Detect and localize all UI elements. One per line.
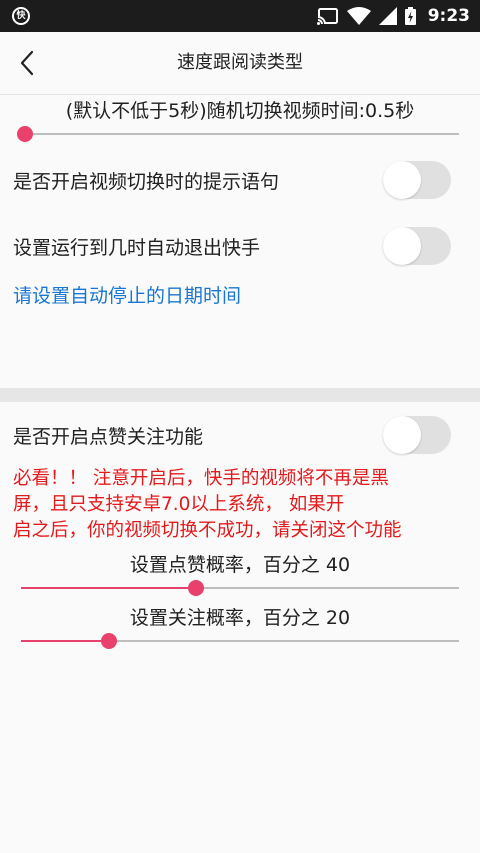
auto-exit-label: 设置运行到几时自动退出快手 — [13, 237, 261, 259]
toggle-thumb — [383, 416, 421, 454]
slider-thumb[interactable] — [17, 126, 33, 142]
follow-probability-slider[interactable] — [21, 631, 459, 651]
video-switch-time-slider[interactable] — [17, 124, 459, 144]
status-bar: 快 9:23 — [0, 0, 480, 32]
slider-thumb[interactable] — [100, 633, 117, 649]
app-notification-icon: 快 — [12, 7, 30, 25]
warning-text: 必看！！ 注意开启后，快手的视频将不再是黑 屏，且只支持安卓7.0以上系统， 如… — [13, 466, 473, 544]
like-follow-toggle[interactable] — [381, 415, 453, 455]
slider-thumb[interactable] — [188, 580, 205, 596]
battery-icon — [404, 7, 416, 25]
warning-line: 必看！！ 注意开启后，快手的视频将不再是黑 — [13, 468, 389, 489]
switch-prompt-label: 是否开启视频切换时的提示语句 — [13, 171, 280, 193]
follow-probability-label: 设置关注概率，百分之 20 — [129, 607, 351, 629]
warning-line: 屏，且只支持安卓7.0以上系统， 如果开 — [13, 494, 345, 515]
toggle-thumb — [383, 161, 421, 199]
section-divider — [0, 388, 480, 402]
like-follow-label: 是否开启点赞关注功能 — [13, 426, 204, 448]
like-probability-label: 设置点赞概率，百分之 40 — [129, 554, 351, 576]
cast-icon — [316, 8, 338, 25]
like-probability-slider[interactable] — [21, 578, 459, 598]
auto-exit-toggle[interactable] — [381, 226, 453, 266]
status-icons: 9:23 — [316, 6, 470, 26]
warning-line: 启之后，你的视频切换不成功，请关闭这个功能 — [13, 520, 402, 541]
video-switch-time-label: (默认不低于5秒)随机切换视频时间:0.5秒 — [65, 100, 415, 122]
slider-fill — [21, 640, 109, 642]
switch-prompt-toggle[interactable] — [381, 160, 453, 200]
app-bar: 速度跟阅读类型 — [0, 32, 480, 95]
stop-date-link[interactable]: 请设置自动停止的日期时间 — [13, 281, 241, 308]
toggle-thumb — [383, 227, 421, 265]
slider-track — [25, 133, 459, 135]
signal-icon — [378, 7, 397, 25]
page-title: 速度跟阅读类型 — [177, 52, 303, 73]
status-time: 9:23 — [427, 6, 470, 26]
slider-fill — [21, 587, 197, 589]
wifi-icon — [346, 7, 371, 25]
